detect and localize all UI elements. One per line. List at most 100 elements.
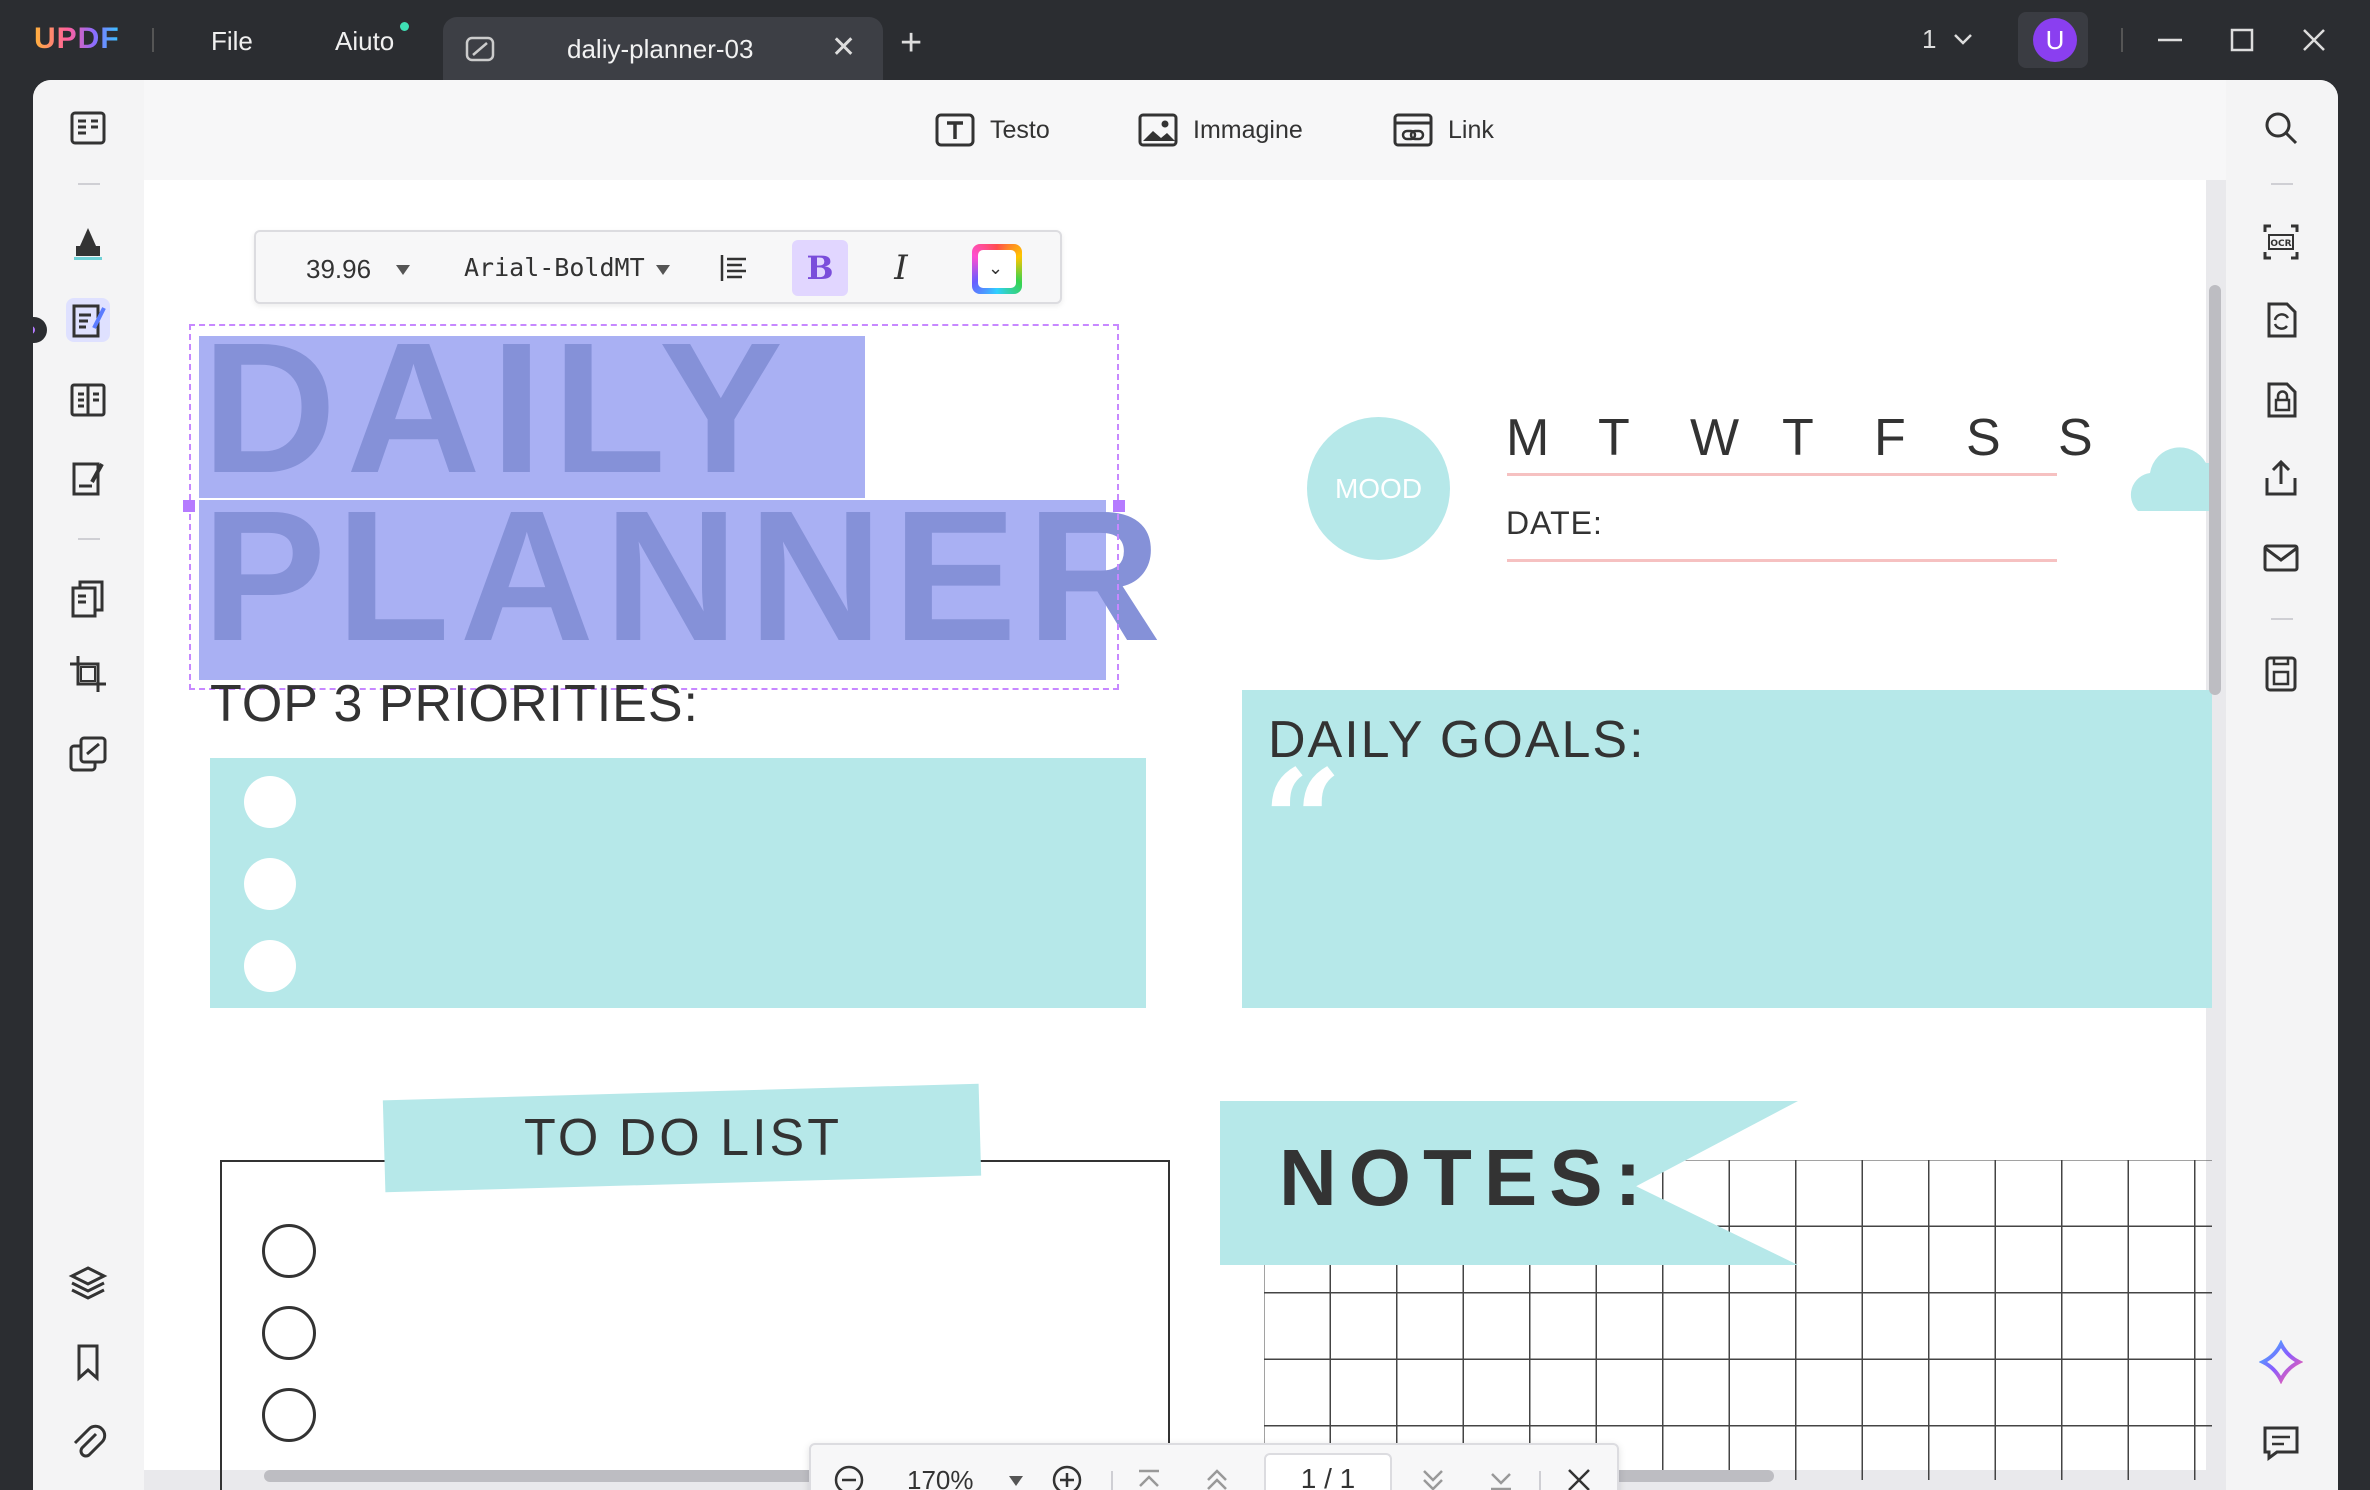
date-underline bbox=[1507, 559, 2057, 562]
share-button[interactable] bbox=[2259, 456, 2303, 500]
tools-button[interactable] bbox=[66, 732, 110, 776]
weekday-label: F bbox=[1874, 409, 1906, 467]
right-sidebar: OCR bbox=[2226, 80, 2338, 1490]
zoom-in-button[interactable] bbox=[1049, 1462, 1085, 1490]
comments-button[interactable] bbox=[2259, 1420, 2303, 1464]
notes-heading[interactable]: NOTES: bbox=[1279, 1132, 1653, 1224]
edit-pdf-button[interactable] bbox=[66, 298, 110, 342]
priority-bullet bbox=[244, 940, 296, 992]
chevron-down-icon[interactable] bbox=[1950, 26, 1976, 52]
zoom-navigation-bar: 170% 1 / 1 bbox=[809, 1443, 1619, 1490]
caret-down-icon[interactable] bbox=[396, 265, 410, 275]
share-icon bbox=[2265, 459, 2297, 496]
maximize-icon[interactable] bbox=[2224, 22, 2260, 58]
last-page-icon bbox=[1491, 1473, 1511, 1490]
menu-help[interactable]: Aiuto bbox=[335, 26, 394, 57]
next-page-button[interactable] bbox=[1415, 1462, 1451, 1490]
double-chevron-down-icon bbox=[1423, 1470, 1443, 1490]
bold-button[interactable]: B bbox=[792, 240, 848, 296]
comment-mode-button[interactable] bbox=[66, 220, 110, 264]
document-tab[interactable]: daliy-planner-03 ✕ bbox=[443, 17, 883, 80]
bookmarks-button[interactable] bbox=[66, 1340, 110, 1384]
text-color-button[interactable]: ⌄ bbox=[972, 244, 1022, 294]
ocr-button[interactable]: OCR bbox=[2259, 220, 2303, 264]
comment-icon bbox=[2263, 1426, 2299, 1461]
zoom-level-select[interactable]: 170% bbox=[907, 1465, 974, 1490]
caret-down-icon[interactable] bbox=[656, 265, 670, 275]
separator bbox=[2271, 618, 2293, 620]
pages-icon bbox=[71, 580, 104, 618]
font-size-select[interactable]: 39.96 bbox=[306, 254, 371, 285]
resize-handle-left[interactable] bbox=[183, 500, 195, 512]
last-page-button[interactable] bbox=[1483, 1462, 1519, 1490]
account-button[interactable]: U bbox=[2018, 12, 2088, 68]
active-indicator bbox=[33, 317, 47, 343]
cloud-icon bbox=[2130, 447, 2218, 511]
fill-sign-button[interactable] bbox=[66, 456, 110, 500]
document-canvas[interactable]: DAILY PLANNER 39.96 Arial-BoldMT B I ⌄ T… bbox=[144, 180, 2226, 1490]
form-button[interactable] bbox=[66, 378, 110, 422]
ai-assistant-button[interactable] bbox=[2258, 1339, 2304, 1385]
priorities-box[interactable] bbox=[210, 758, 1146, 1008]
new-tab-button[interactable]: + bbox=[900, 24, 922, 62]
todo-checkbox[interactable] bbox=[262, 1388, 316, 1442]
weekday-label: W bbox=[1690, 409, 1740, 467]
pdf-page[interactable]: DAILY PLANNER 39.96 Arial-BoldMT B I ⌄ T… bbox=[144, 180, 2218, 1490]
weekday-row[interactable]: M T W T F S S bbox=[1506, 408, 2150, 468]
caret-down-icon[interactable] bbox=[1009, 1476, 1023, 1486]
save-button[interactable] bbox=[2259, 652, 2303, 696]
organize-pages-button[interactable] bbox=[66, 576, 110, 620]
zoom-out-button[interactable] bbox=[831, 1462, 867, 1490]
page-number-input[interactable]: 1 / 1 bbox=[1264, 1453, 1392, 1490]
reader-mode-button[interactable] bbox=[66, 106, 110, 150]
first-page-button[interactable] bbox=[1131, 1462, 1167, 1490]
weekday-label: T bbox=[1598, 409, 1630, 467]
window-count[interactable]: 1 bbox=[1922, 24, 1936, 55]
italic-button[interactable]: I bbox=[876, 242, 926, 294]
close-zoombar-button[interactable] bbox=[1561, 1462, 1597, 1490]
priorities-heading[interactable]: TOP 3 PRIORITIES: bbox=[210, 674, 699, 734]
todo-checkbox[interactable] bbox=[262, 1224, 316, 1278]
lock-document-icon bbox=[2267, 382, 2297, 418]
first-page-icon bbox=[1139, 1469, 1159, 1487]
ai-assistant-icon bbox=[2258, 1339, 2304, 1385]
add-text-label: Testo bbox=[990, 115, 1050, 144]
separator bbox=[2121, 28, 2123, 52]
zoom-in-icon bbox=[1052, 1465, 1082, 1490]
text-box-selection[interactable] bbox=[189, 324, 1119, 690]
add-text-button[interactable]: Testo bbox=[934, 110, 1050, 150]
tab-title: daliy-planner-03 bbox=[567, 34, 754, 64]
add-link-button[interactable]: Link bbox=[1392, 110, 1494, 150]
mood-circle[interactable]: MOOD bbox=[1307, 417, 1450, 560]
align-left-icon[interactable] bbox=[718, 252, 750, 284]
add-link-label: Link bbox=[1448, 115, 1494, 144]
bookmark-icon bbox=[77, 1344, 99, 1382]
tools-icon bbox=[69, 736, 107, 772]
menu-file[interactable]: File bbox=[211, 26, 253, 57]
convert-button[interactable] bbox=[2259, 298, 2303, 342]
attachments-button[interactable] bbox=[66, 1420, 110, 1464]
close-tab-button[interactable]: ✕ bbox=[831, 33, 856, 63]
todo-list-frame[interactable] bbox=[220, 1160, 1170, 1490]
add-image-button[interactable]: Immagine bbox=[1137, 110, 1303, 150]
date-label[interactable]: DATE: bbox=[1506, 505, 1603, 542]
protect-button[interactable] bbox=[2259, 378, 2303, 422]
search-button[interactable] bbox=[2259, 106, 2303, 150]
close-window-icon[interactable] bbox=[2296, 22, 2332, 58]
close-icon bbox=[1568, 1469, 1590, 1490]
todo-list-heading[interactable]: TO DO LIST bbox=[386, 1108, 980, 1168]
font-family-select[interactable]: Arial-BoldMT bbox=[464, 253, 645, 282]
vertical-scrollbar[interactable] bbox=[2209, 285, 2221, 695]
priority-bullet bbox=[244, 858, 296, 910]
crop-button[interactable] bbox=[66, 652, 110, 696]
resize-handle-right[interactable] bbox=[1113, 500, 1125, 512]
todo-checkbox[interactable] bbox=[262, 1306, 316, 1360]
minimize-icon[interactable] bbox=[2152, 22, 2188, 58]
separator bbox=[1111, 1471, 1113, 1490]
previous-page-button[interactable] bbox=[1199, 1462, 1235, 1490]
email-button[interactable] bbox=[2259, 536, 2303, 580]
weekday-label: M bbox=[1506, 409, 1550, 467]
daily-goals-box[interactable]: DAILY GOALS: “ bbox=[1242, 690, 2212, 1008]
layers-button[interactable] bbox=[66, 1260, 110, 1304]
search-icon bbox=[2265, 112, 2298, 145]
